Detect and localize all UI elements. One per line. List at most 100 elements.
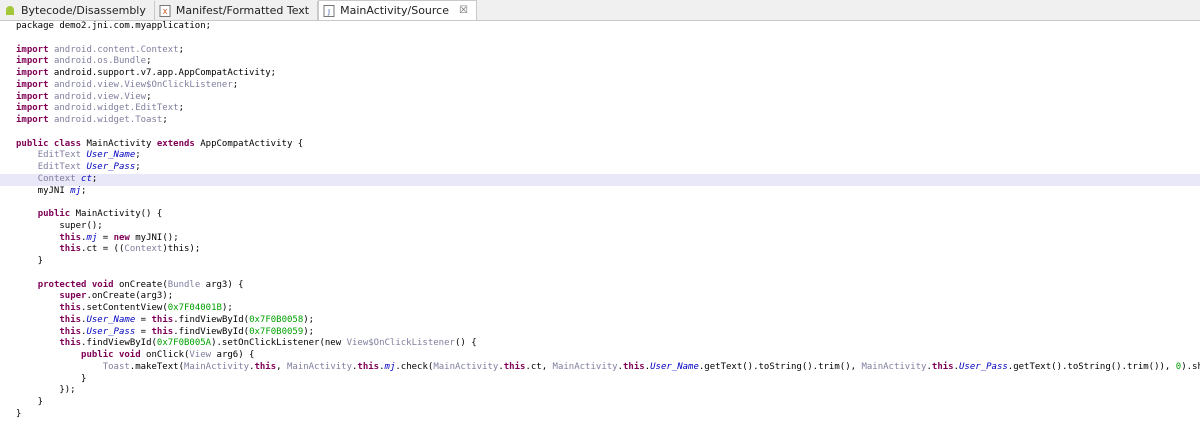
code-token: android.widget.EditText bbox=[53, 103, 179, 114]
code-token: User_Name bbox=[86, 314, 136, 325]
code-token: import bbox=[16, 44, 49, 55]
code-token: Context bbox=[124, 244, 163, 255]
code-token: } bbox=[16, 256, 44, 266]
code-token: ct bbox=[81, 173, 92, 184]
code-token: View bbox=[189, 350, 212, 360]
code-token: ; bbox=[146, 91, 152, 102]
tab-mainactivity-source[interactable]: J MainActivity/Source ☒ bbox=[318, 0, 477, 20]
code-token: public void bbox=[81, 350, 141, 360]
svg-text:J: J bbox=[327, 8, 330, 16]
code-line[interactable]: }); bbox=[0, 385, 1200, 397]
code-line[interactable] bbox=[0, 127, 1200, 139]
code-line[interactable]: } bbox=[0, 256, 1200, 268]
code-line[interactable]: package demo2.jni.com.myapplication; bbox=[0, 21, 1200, 33]
code-token: = bbox=[135, 314, 152, 325]
code-token: () { bbox=[454, 338, 477, 349]
code-token: protected void bbox=[37, 279, 114, 290]
code-token: package demo2.jni.com.myapplication; bbox=[16, 21, 212, 31]
code-token: EditText bbox=[37, 150, 82, 161]
code-line[interactable] bbox=[0, 197, 1200, 209]
code-line[interactable]: import android.widget.EditText; bbox=[0, 103, 1200, 115]
editor-tab-bar: Bytecode/Disassembly X Manifest/Formatte… bbox=[0, 0, 1200, 21]
code-token: Context bbox=[37, 173, 76, 184]
code-line[interactable]: public void onClick(View arg6) { bbox=[0, 350, 1200, 362]
code-line[interactable]: this.User_Pass = this.findViewById(0x7F0… bbox=[0, 327, 1200, 339]
code-token: this bbox=[59, 232, 82, 243]
tab-label: Manifest/Formatted Text bbox=[175, 4, 310, 17]
code-token: .makeText( bbox=[129, 361, 184, 372]
code-line[interactable]: } bbox=[0, 397, 1200, 409]
code-line[interactable]: this.ct = ((Context)this); bbox=[0, 244, 1200, 256]
code-line[interactable]: import android.support.v7.app.AppCompatA… bbox=[0, 68, 1200, 80]
code-token: import bbox=[16, 79, 49, 90]
code-token: onClick( bbox=[140, 350, 190, 360]
code-line[interactable]: this.User_Name = this.findViewById(0x7F0… bbox=[0, 315, 1200, 327]
code-token: 0x7F04001B bbox=[167, 303, 222, 313]
code-token: = bbox=[135, 326, 152, 337]
code-line[interactable] bbox=[0, 33, 1200, 45]
code-token: android.view.View$OnClickListener bbox=[53, 79, 233, 90]
close-icon[interactable]: ☒ bbox=[459, 5, 468, 16]
code-token: ; bbox=[178, 44, 184, 55]
code-line[interactable]: import android.os.Bundle; bbox=[0, 56, 1200, 68]
code-token: import bbox=[16, 115, 49, 125]
source-code-editor[interactable]: package demo2.jni.com.myapplication; imp… bbox=[0, 21, 1200, 424]
code-line[interactable]: Context ct; bbox=[0, 173, 1200, 186]
code-token: public bbox=[37, 209, 71, 219]
code-line[interactable]: EditText User_Pass; bbox=[0, 162, 1200, 174]
code-line[interactable]: EditText User_Name; bbox=[0, 150, 1200, 162]
code-line[interactable]: super(); bbox=[0, 221, 1200, 233]
code-line[interactable]: import android.widget.Toast; bbox=[0, 115, 1200, 127]
tab-label: MainActivity/Source bbox=[340, 4, 449, 17]
code-token: import bbox=[16, 68, 49, 78]
code-line[interactable]: this.mj = new myJNI(); bbox=[0, 233, 1200, 245]
code-line[interactable]: protected void onCreate(Bundle arg3) { bbox=[0, 280, 1200, 292]
code-token: android.widget.Toast bbox=[53, 115, 163, 125]
code-token: MainActivity bbox=[183, 361, 250, 372]
code-line[interactable] bbox=[0, 268, 1200, 280]
code-token: android.view.View bbox=[53, 91, 147, 102]
code-token: myJNI(); bbox=[129, 232, 179, 243]
code-token: extends bbox=[156, 138, 195, 149]
code-token: this bbox=[357, 361, 380, 372]
code-line[interactable]: import android.view.View; bbox=[0, 92, 1200, 104]
code-token: .findViewById( bbox=[173, 326, 250, 337]
code-token: MainActivity bbox=[286, 361, 352, 372]
code-line[interactable]: } bbox=[0, 409, 1200, 421]
code-token: } bbox=[16, 397, 44, 407]
code-token: ; bbox=[135, 162, 141, 172]
tab-manifest-formatted-text[interactable]: X Manifest/Formatted Text bbox=[155, 1, 319, 20]
code-token: MainActivity bbox=[433, 361, 499, 372]
code-token: ; bbox=[178, 103, 184, 114]
code-line[interactable]: public MainActivity() { bbox=[0, 209, 1200, 221]
code-token: User_Pass bbox=[959, 361, 1008, 372]
code-token: User_Name bbox=[650, 361, 699, 372]
code-token: MainActivity bbox=[81, 138, 157, 149]
tab-bytecode-disassembly[interactable]: Bytecode/Disassembly bbox=[0, 1, 155, 20]
code-token: .getText().toString().trim()), bbox=[1007, 361, 1176, 372]
code-token: 0x7F0B0058 bbox=[249, 314, 304, 325]
code-token: this bbox=[59, 338, 82, 349]
code-token: User_Pass bbox=[86, 326, 136, 337]
code-line[interactable]: import android.content.Context; bbox=[0, 45, 1200, 57]
code-token: .setContentView( bbox=[81, 303, 168, 313]
code-line[interactable]: } bbox=[0, 374, 1200, 386]
code-line[interactable]: super.onCreate(arg3); bbox=[0, 291, 1200, 303]
code-token: .findViewById( bbox=[81, 338, 157, 349]
code-token: ); bbox=[221, 303, 233, 313]
code-line[interactable]: public class MainActivity extends AppCom… bbox=[0, 139, 1200, 151]
code-token: super bbox=[59, 291, 87, 302]
code-line[interactable]: import android.view.View$OnClickListener… bbox=[0, 80, 1200, 92]
code-line[interactable]: this.findViewById(0x7F0B005A).setOnClick… bbox=[0, 338, 1200, 350]
code-line[interactable]: this.setContentView(0x7F04001B); bbox=[0, 303, 1200, 315]
code-line[interactable]: Toast.makeText(MainActivity.this, MainAc… bbox=[0, 362, 1200, 374]
code-token: ; bbox=[135, 150, 141, 161]
xml-file-icon: X bbox=[159, 4, 171, 17]
code-token: import bbox=[16, 91, 49, 102]
code-line[interactable]: myJNI mj; bbox=[0, 186, 1200, 198]
